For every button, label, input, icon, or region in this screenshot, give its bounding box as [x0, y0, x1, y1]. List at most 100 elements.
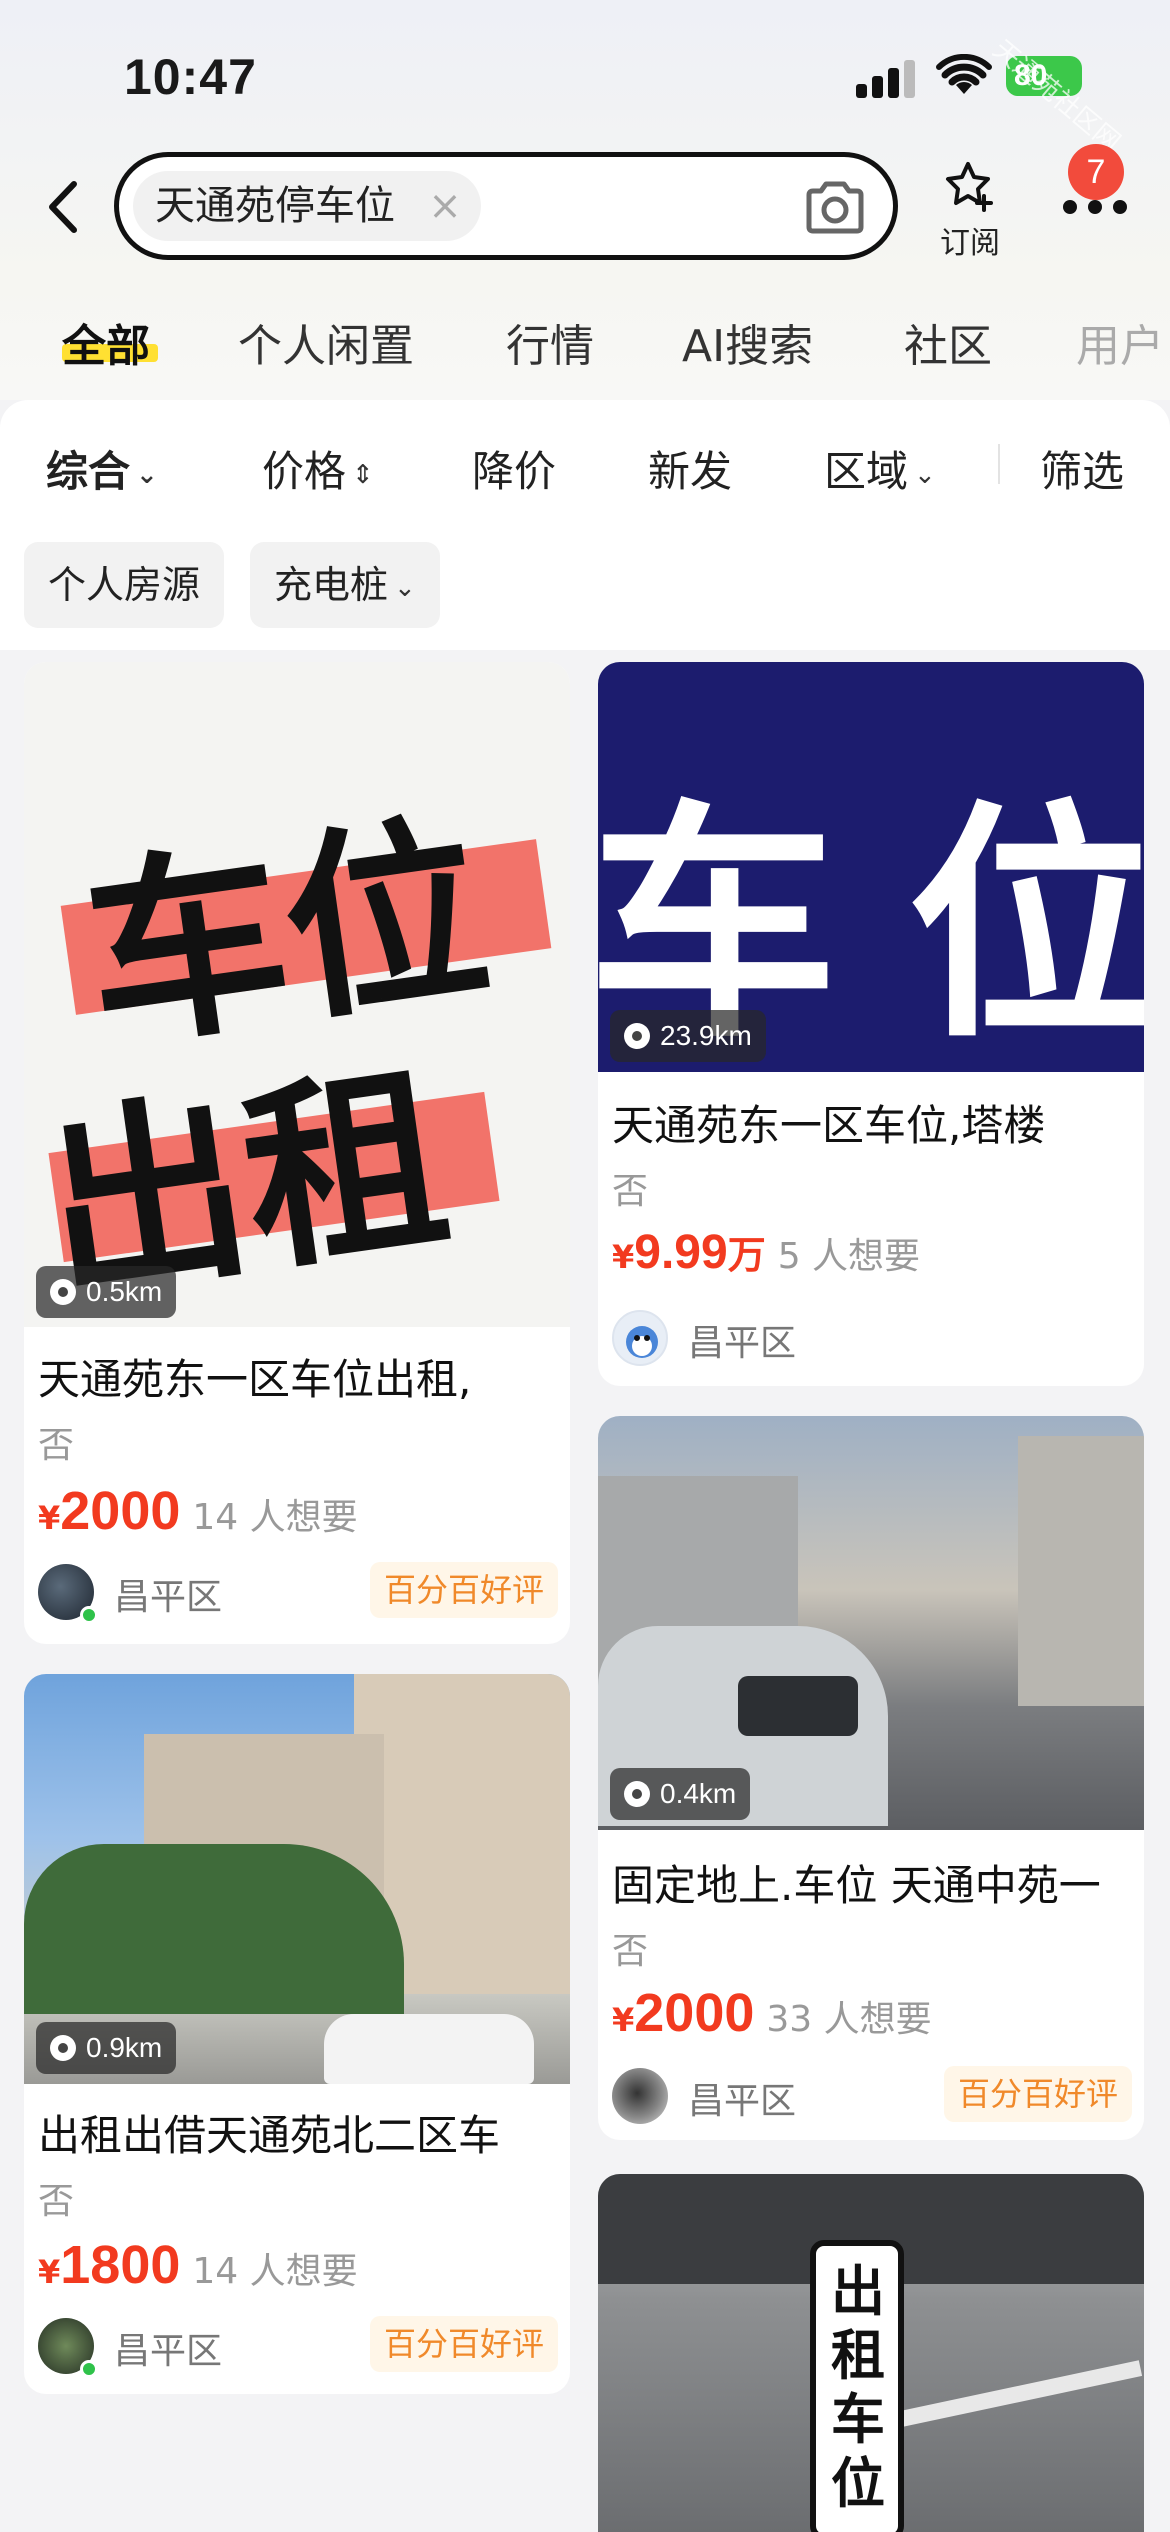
filter-price-label: 价格 — [262, 447, 347, 496]
wants-count: 14 人想要 — [192, 2251, 358, 2292]
location-pin-icon — [624, 1781, 650, 1807]
signal-icon — [856, 58, 916, 98]
listing-card[interactable]: 0.4km 固定地上.车位 天通中苑一 否 ¥2000 33 人想要 昌平区 百分… — [598, 1416, 1144, 2140]
seller-row: 昌平区 百分百好评 — [612, 2066, 1132, 2138]
listing-subtitle: 否 — [38, 1425, 75, 1466]
notification-badge: 7 — [1068, 144, 1124, 200]
subscribe-button[interactable]: 订阅 — [930, 160, 1010, 261]
chip-personal-listing[interactable]: 个人房源 — [24, 542, 225, 628]
search-input[interactable]: 天通苑停车位 × — [114, 152, 898, 260]
filter-more[interactable]: 筛选 — [1040, 438, 1124, 499]
listing-image: 车位 出租 — [24, 662, 570, 1329]
filter-price-drop[interactable]: 降价 — [472, 438, 556, 499]
price: 1800 — [60, 2235, 181, 2295]
seller-row: 昌平区 — [612, 1310, 1132, 1380]
listing-subtitle: 否 — [38, 2181, 75, 2222]
tab-community[interactable]: 社区 — [904, 310, 992, 374]
seller-row: 昌平区 百分百好评 — [38, 2316, 558, 2388]
filter-new[interactable]: 新发 — [648, 438, 732, 499]
listing-subtitle: 否 — [612, 1171, 649, 1212]
listing-card[interactable]: 车位 出租 0.5km 天通苑东一区车位出租, 否 ¥2000 14 人想要 昌平… — [24, 662, 570, 1644]
distance-text: 0.4km — [660, 1778, 737, 1809]
listing-card[interactable]: 出租车位 — [598, 2174, 1144, 2532]
tab-all[interactable]: 全部 — [62, 310, 150, 374]
building-shape — [1018, 1436, 1144, 1706]
price: 2000 — [60, 1481, 181, 1541]
wants-count: 33 人想要 — [766, 1999, 932, 2040]
seller-row: 昌平区 百分百好评 — [38, 1562, 558, 1634]
distance-badge: 23.9km — [610, 1010, 766, 1062]
star-plus-icon — [946, 162, 993, 212]
camera-icon[interactable] — [803, 179, 867, 235]
listing-title: 天通苑东一区车位,塔楼 — [612, 1101, 1046, 1150]
search-query-text: 天通苑停车位 — [155, 183, 395, 229]
tree-shape — [24, 1844, 404, 2014]
filter-bar: 综合 ⌄ 价格 ⇕ 降价 新发 区域 ⌄ 筛选 — [0, 400, 1170, 530]
currency-symbol: ¥ — [612, 2001, 635, 2039]
listing-card[interactable]: 0.9km 出租出借天通苑北二区车 否 ¥1800 14 人想要 昌平区 百分百好… — [24, 1674, 570, 2394]
listing-title: 固定地上.车位 天通中苑一 — [612, 1861, 1101, 1910]
filter-sort[interactable]: 综合 ⌄ — [46, 438, 158, 499]
clock: 10:47 — [124, 49, 257, 105]
listing-title: 出租出借天通苑北二区车 — [38, 2111, 501, 2160]
watermark: 天通苑社区网 — [986, 34, 1126, 158]
price-row: ¥2000 33 人想要 — [612, 1982, 932, 2044]
sort-updown-icon: ⇕ — [352, 459, 374, 490]
filter-price[interactable]: 价格 ⇕ — [262, 438, 374, 499]
chevron-down-icon: ⌄ — [136, 459, 158, 490]
price: 9.99 — [634, 1226, 728, 1279]
sign-text: 出租车位 — [831, 2260, 885, 2515]
tab-market[interactable]: 行情 — [506, 310, 594, 374]
listing-image: 出租车位 — [598, 2174, 1144, 2532]
tab-users[interactable]: 用户 — [1076, 310, 1164, 374]
distance-badge: 0.9km — [36, 2022, 177, 2074]
rating-badge: 百分百好评 — [943, 2066, 1132, 2122]
filter-area[interactable]: 区域 ⌄ — [824, 438, 936, 499]
rating-badge: 百分百好评 — [369, 2316, 558, 2372]
chip-charging-pile[interactable]: 充电桩 ⌄ — [250, 542, 440, 628]
tag-chip-row: 个人房源 充电桩 ⌄ — [0, 530, 1170, 650]
filter-area-label: 区域 — [824, 447, 909, 496]
distance-badge: 0.5km — [36, 1266, 177, 1318]
currency-symbol: ¥ — [38, 1499, 61, 1537]
seller-location: 昌平区 — [114, 2331, 223, 2372]
car-shape — [324, 2014, 534, 2084]
distance-text: 0.9km — [86, 2032, 163, 2063]
avatar[interactable] — [612, 2068, 668, 2124]
category-tabs: 全部 个人闲置 行情 AI搜索 社区 用户 — [0, 300, 1170, 380]
currency-symbol: ¥ — [612, 1238, 635, 1276]
distance-badge: 0.4km — [610, 1768, 751, 1820]
distance-text: 0.5km — [86, 1276, 163, 1307]
tab-personal-idle[interactable]: 个人闲置 — [238, 310, 414, 374]
clear-query-icon[interactable]: × — [425, 171, 465, 241]
listing-title: 天通苑东一区车位出租, — [38, 1355, 472, 1404]
location-pin-icon — [50, 2035, 76, 2061]
status-bar: 10:47 80 天通苑社区网 — [0, 0, 1170, 158]
rating-badge: 百分百好评 — [369, 1562, 558, 1618]
search-query-chip[interactable]: 天通苑停车位 × — [133, 171, 481, 241]
tab-ai-search[interactable]: AI搜索 — [682, 310, 813, 374]
filter-sort-label: 综合 — [46, 447, 131, 496]
seller-location: 昌平区 — [688, 2081, 797, 2122]
wants-count: 14 人想要 — [192, 1497, 358, 1538]
price-row: ¥9.99万 5 人想要 — [612, 1224, 920, 1280]
car-grille — [738, 1676, 858, 1736]
avatar[interactable] — [612, 1310, 668, 1366]
location-pin-icon — [624, 1023, 650, 1049]
chip-charging-pile-label: 充电桩 — [274, 563, 389, 607]
listing-card[interactable]: 车位 23.9km 天通苑东一区车位,塔楼 否 ¥9.99万 5 人想要 昌平区 — [598, 662, 1144, 1386]
price: 2000 — [634, 1983, 755, 2043]
avatar-penguin-icon — [626, 1326, 658, 1358]
distance-text: 23.9km — [660, 1020, 752, 1051]
chevron-down-icon: ⌄ — [394, 572, 416, 603]
online-status-dot — [80, 1606, 98, 1624]
price-unit: 万 — [727, 1233, 766, 1277]
location-pin-icon — [50, 1279, 76, 1305]
chevron-down-icon: ⌄ — [914, 459, 936, 490]
back-arrow-icon[interactable] — [38, 172, 88, 242]
wants-count: 5 人想要 — [777, 1236, 921, 1277]
listing-subtitle: 否 — [612, 1931, 649, 1972]
seller-location: 昌平区 — [688, 1323, 797, 1364]
online-status-dot — [80, 2360, 98, 2378]
price-row: ¥1800 14 人想要 — [38, 2234, 358, 2296]
